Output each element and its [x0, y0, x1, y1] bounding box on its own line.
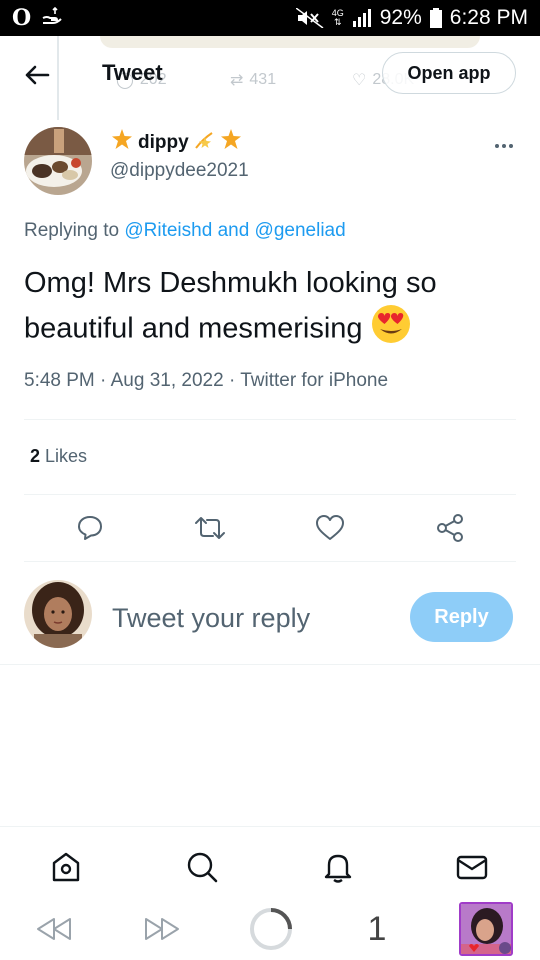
browser-bar: 1: [0, 898, 540, 960]
retweet-icon: [195, 517, 225, 539]
signal-icon: [352, 9, 372, 27]
tweet-actions: [0, 508, 540, 552]
author-name[interactable]: dippy: [110, 128, 243, 158]
divider: [24, 419, 516, 420]
reply-input[interactable]: [112, 598, 392, 638]
battery-icon: [429, 8, 442, 28]
likes-number: 2: [30, 446, 41, 466]
star-icon-2: [219, 128, 243, 158]
thread-line: [57, 36, 59, 120]
browser-forward-button[interactable]: [140, 906, 184, 952]
search-icon: [187, 852, 218, 883]
bottom-nav: [0, 826, 540, 898]
like-action-button[interactable]: [310, 508, 350, 548]
author-display-name: dippy: [138, 132, 189, 153]
messages-icon: [456, 855, 488, 880]
clock: 6:28 PM: [449, 6, 528, 29]
divider: [24, 494, 516, 495]
nav-search[interactable]: [182, 847, 222, 887]
data-arrows-icon: ⇅: [333, 17, 342, 27]
browser-menu-button[interactable]: [458, 902, 514, 956]
likes-count-link[interactable]: 2 Likes: [30, 446, 87, 467]
share-icon: [437, 514, 463, 542]
loading-spinner-icon: [250, 908, 292, 950]
and-word: and: [217, 220, 250, 241]
nav-notifications[interactable]: [318, 847, 358, 887]
retweet-action-button[interactable]: [190, 508, 230, 548]
author-handle[interactable]: @dippydee2021: [110, 160, 249, 182]
divider: [24, 561, 516, 562]
dizzy-icon: [193, 129, 215, 157]
fast-forward-icon: [145, 918, 179, 940]
mute-icon: [295, 8, 324, 28]
reply-action-button[interactable]: [70, 508, 110, 548]
background-image-strip: [100, 36, 480, 48]
more-dot: [509, 144, 513, 148]
meta-separator: ·: [100, 370, 107, 391]
current-user-avatar[interactable]: [24, 580, 92, 648]
tweet-time[interactable]: 5:48 PM: [24, 370, 95, 391]
back-button[interactable]: [20, 58, 54, 92]
tweet-text: Omg! Mrs Deshmukh looking so beautiful a…: [24, 262, 519, 356]
network-indicator: 4G ⇅: [332, 9, 344, 27]
page-title: Tweet: [102, 60, 163, 85]
nav-home[interactable]: [46, 847, 86, 887]
reply-button[interactable]: Reply: [410, 592, 513, 642]
battery-percent: 92%: [379, 6, 422, 29]
mention-link[interactable]: @Riteishd: [124, 220, 212, 241]
notifications-icon: [324, 854, 352, 883]
divider: [0, 664, 540, 665]
more-dot: [502, 144, 506, 148]
status-left: O: [12, 6, 63, 31]
replying-prefix: Replying to: [24, 220, 120, 241]
share-action-button[interactable]: [430, 508, 470, 548]
tweet-source: Twitter for iPhone: [240, 370, 389, 391]
mention-link[interactable]: @geneliad: [255, 220, 346, 241]
comment-icon: [78, 516, 102, 540]
tweet-date[interactable]: Aug 31, 2022: [111, 370, 224, 391]
tweet-meta: 5:48 PM · Aug 31, 2022 · Twitter for iPh…: [24, 370, 388, 392]
more-dot: [495, 144, 499, 148]
home-icon: [52, 852, 80, 882]
heart-eyes-emoji-icon: [371, 304, 411, 356]
replying-to-line: Replying to @Riteishd and @geneliad: [24, 220, 346, 242]
profile-thumbnail: [459, 902, 513, 956]
hand-icon: [41, 6, 63, 31]
rewind-icon: [37, 918, 71, 940]
status-right: 4G ⇅ 92% 6:28 PM: [295, 6, 528, 30]
more-options-button[interactable]: [486, 134, 522, 158]
heart-icon: [316, 515, 344, 540]
tab-count[interactable]: 1: [360, 906, 394, 952]
opera-icon: O: [12, 5, 32, 31]
browser-back-button[interactable]: [32, 906, 76, 952]
status-bar: O 4G ⇅ 92% 6:28 PM: [0, 0, 540, 36]
star-icon: [110, 128, 134, 158]
arrow-left-icon: [25, 65, 50, 85]
meta-separator: ·: [228, 370, 236, 391]
likes-label: Likes: [45, 446, 88, 466]
open-app-button[interactable]: Open app: [382, 52, 516, 94]
nav-messages[interactable]: [452, 847, 492, 887]
author-avatar[interactable]: [24, 127, 92, 195]
browser-loading-button[interactable]: [246, 906, 296, 952]
